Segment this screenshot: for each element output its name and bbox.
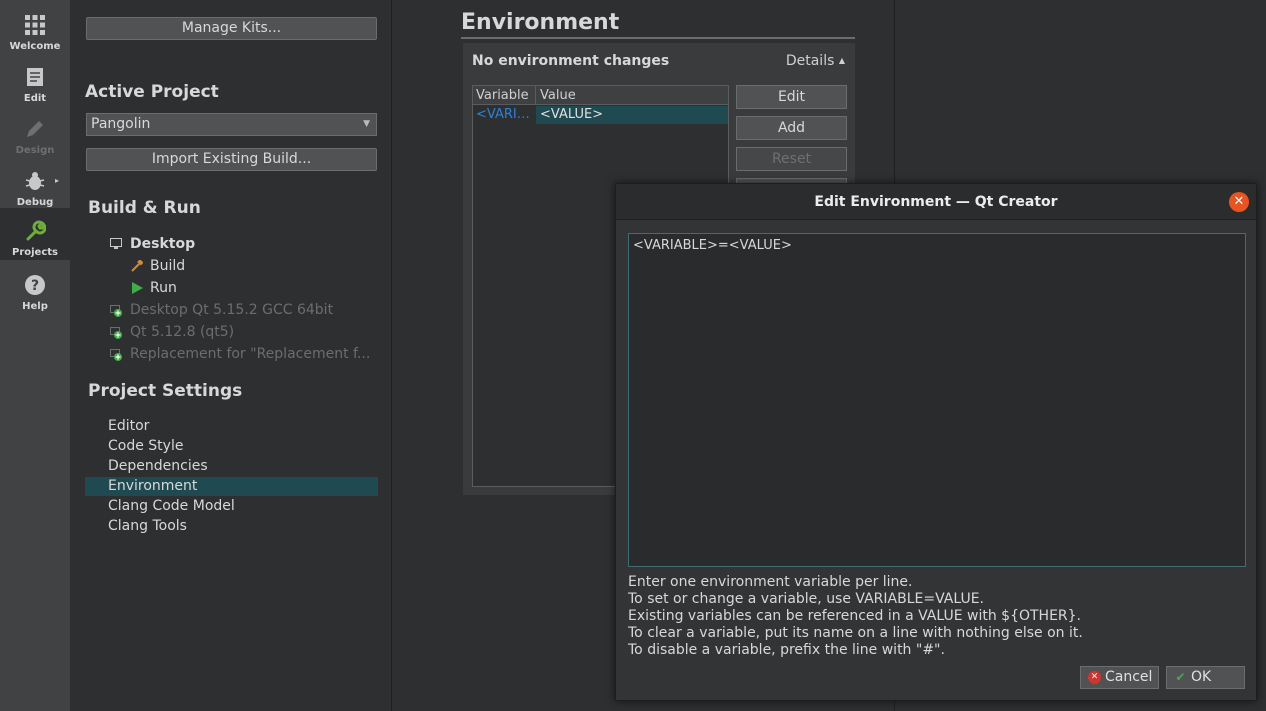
- hammer-icon: [131, 260, 143, 272]
- close-icon[interactable]: ✕: [1229, 192, 1249, 212]
- add-button[interactable]: Add: [736, 116, 847, 140]
- mode-projects[interactable]: Projects: [0, 208, 70, 260]
- active-project-heading: Active Project: [85, 82, 219, 102]
- details-toggle[interactable]: Details ▲: [786, 53, 845, 69]
- run-target[interactable]: Run: [150, 280, 177, 296]
- help-line: To clear a variable, put its name on a l…: [628, 625, 1083, 641]
- mode-label: Debug: [16, 197, 54, 208]
- settings-item-code-style[interactable]: Code Style: [85, 437, 378, 456]
- reset-label: Reset: [771, 151, 812, 167]
- document-icon: [27, 68, 43, 86]
- dialog-titlebar[interactable]: Edit Environment — Qt Creator ✕: [616, 184, 1256, 220]
- grid-icon: [25, 15, 45, 35]
- build-target[interactable]: Build: [150, 258, 185, 274]
- column-header-variable[interactable]: Variable: [476, 86, 529, 105]
- settings-item-editor[interactable]: Editor: [85, 417, 378, 436]
- mode-edit[interactable]: Edit: [0, 56, 70, 108]
- help-line: Enter one environment variable per line.: [628, 574, 913, 590]
- monitor-icon: [110, 238, 122, 249]
- settings-item-environment[interactable]: Environment: [85, 477, 378, 496]
- kit-inactive[interactable]: Qt 5.12.8 (qt5): [130, 324, 234, 340]
- add-kit-icon: [110, 305, 122, 317]
- cancel-icon: ✕: [1088, 671, 1101, 684]
- chevron-down-icon: ▼: [363, 119, 370, 129]
- wrench-icon: [26, 220, 46, 241]
- mode-help[interactable]: ? Help: [0, 264, 70, 316]
- kit-desktop[interactable]: Desktop: [130, 236, 195, 252]
- bug-icon: [25, 172, 45, 190]
- mode-bar: Welcome Edit Design Debug ▸ Projects ? H…: [0, 0, 70, 711]
- check-icon: ✔: [1175, 670, 1186, 684]
- table-header: Variable Value: [473, 86, 728, 105]
- column-header-value[interactable]: Value: [540, 86, 576, 105]
- environment-text-editor[interactable]: <VARIABLE>=<VALUE>: [628, 233, 1246, 567]
- cancel-button[interactable]: ✕ Cancel: [1080, 666, 1159, 689]
- details-label: Details: [785, 53, 835, 69]
- mode-label: Welcome: [9, 41, 61, 52]
- edit-button[interactable]: Edit: [736, 85, 847, 109]
- mode-label: Design: [15, 145, 55, 156]
- help-line: To disable a variable, prefix the line w…: [628, 642, 945, 658]
- column-divider: [535, 86, 536, 105]
- pencil-icon: [27, 121, 43, 137]
- value-cell[interactable]: <VALUE>: [536, 106, 728, 124]
- svg-text:?: ?: [31, 278, 39, 294]
- edit-label: Edit: [777, 89, 806, 105]
- table-row[interactable]: <VARI… <VALUE>: [473, 106, 728, 124]
- settings-item-dependencies[interactable]: Dependencies: [85, 457, 378, 476]
- project-settings-heading: Project Settings: [88, 381, 243, 401]
- settings-item-clang-code-model[interactable]: Clang Code Model: [85, 497, 378, 516]
- ok-label: OK: [1191, 669, 1212, 685]
- help-line: Existing variables can be referenced in …: [628, 608, 1082, 624]
- help-icon: ?: [25, 275, 45, 295]
- mode-label: Edit: [23, 93, 47, 104]
- play-icon: [132, 282, 143, 294]
- build-run-heading: Build & Run: [88, 198, 201, 218]
- kit-inactive[interactable]: Desktop Qt 5.15.2 GCC 64bit: [130, 302, 333, 318]
- settings-item-clang-tools[interactable]: Clang Tools: [85, 517, 378, 536]
- kit-inactive[interactable]: Replacement for "Replacement f...: [130, 346, 370, 362]
- edit-environment-dialog: Edit Environment — Qt Creator ✕ <VARIABL…: [615, 183, 1257, 701]
- title-divider: [461, 37, 855, 39]
- mode-label: Projects: [11, 247, 58, 258]
- add-kit-icon: [110, 327, 122, 339]
- help-line: To set or change a variable, use VARIABL…: [628, 591, 984, 607]
- editor-content: <VARIABLE>=<VALUE>: [633, 238, 792, 253]
- page-title: Environment: [461, 10, 620, 35]
- variable-cell[interactable]: <VARI…: [476, 106, 530, 124]
- add-label: Add: [777, 120, 806, 136]
- import-build-button[interactable]: Import Existing Build...: [86, 148, 377, 171]
- ok-button[interactable]: ✔ OK: [1166, 666, 1245, 689]
- mode-label: Help: [22, 301, 48, 312]
- add-kit-icon: [110, 349, 122, 361]
- manage-kits-button[interactable]: Manage Kits...: [86, 17, 377, 40]
- mode-design[interactable]: Design: [0, 108, 70, 160]
- active-project-combo[interactable]: Pangolin ▼: [86, 113, 377, 136]
- reset-button[interactable]: Reset: [736, 147, 847, 171]
- chevron-right-icon[interactable]: ▸: [55, 176, 59, 185]
- mode-debug[interactable]: Debug: [0, 160, 70, 212]
- cancel-label: Cancel: [1105, 669, 1153, 685]
- project-panel: Manage Kits... Active Project Pangolin ▼…: [70, 0, 392, 711]
- environment-summary: No environment changes: [472, 53, 670, 69]
- chevron-up-icon: ▲: [838, 56, 845, 65]
- active-project-value: Pangolin: [91, 116, 151, 132]
- dialog-title: Edit Environment — Qt Creator: [814, 194, 1058, 210]
- mode-welcome[interactable]: Welcome: [0, 4, 70, 56]
